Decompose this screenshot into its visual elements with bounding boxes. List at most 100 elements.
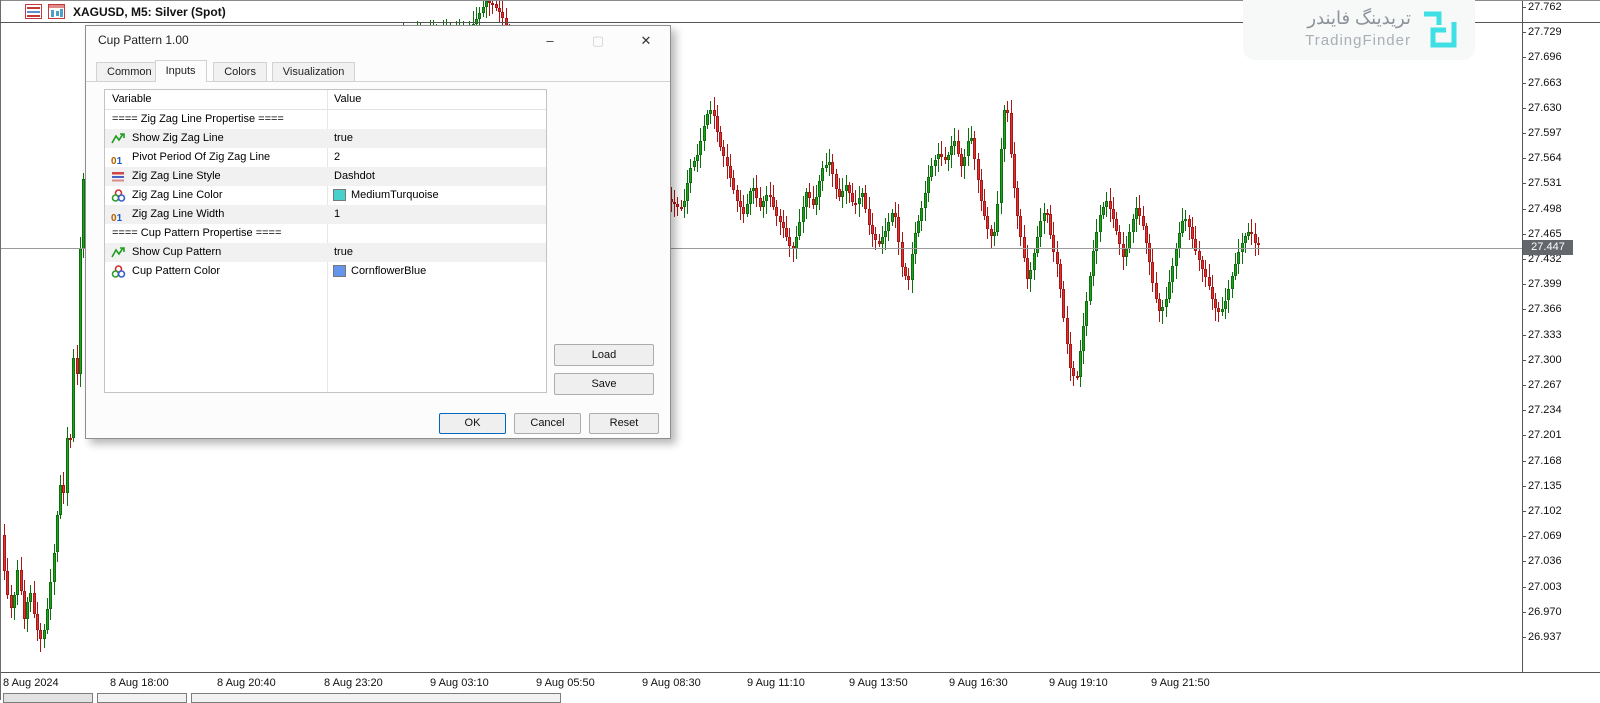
bear-candle xyxy=(1191,227,1194,238)
close-icon[interactable]: ✕ xyxy=(631,31,661,51)
bear-candle xyxy=(1198,251,1201,260)
bull-candle xyxy=(841,191,844,197)
bear-candle xyxy=(1069,344,1072,368)
bear-candle xyxy=(1201,260,1204,268)
bull-candle xyxy=(1000,149,1003,204)
bear-candle xyxy=(1138,208,1141,216)
bear-candle xyxy=(1056,252,1059,265)
candle-wick xyxy=(826,153,827,172)
price-tick xyxy=(1522,335,1526,336)
save-button[interactable]: Save xyxy=(554,373,654,395)
tab-common[interactable]: Common xyxy=(96,62,163,81)
price-tick xyxy=(1522,234,1526,235)
value-text[interactable]: CornflowerBlue xyxy=(351,265,426,277)
bull-candle xyxy=(1231,276,1234,289)
price-label: 27.663 xyxy=(1528,77,1562,89)
bull-candle xyxy=(1036,237,1039,254)
bear-candle xyxy=(1112,209,1115,219)
value-text[interactable]: true xyxy=(334,246,353,258)
input-row-zig-zag-line-width[interactable]: 01Zig Zag Line Width1 xyxy=(105,205,546,224)
maximize-icon: ▢ xyxy=(583,31,613,51)
tab-visualization[interactable]: Visualization xyxy=(272,62,356,81)
bear-candle xyxy=(1052,235,1055,252)
chart-tab-3[interactable] xyxy=(191,693,561,703)
price-label: 27.366 xyxy=(1528,303,1562,315)
input-row-pivot-period-of-zig-zag-line[interactable]: 01Pivot Period Of Zig Zag Line2 xyxy=(105,148,546,167)
bull-candle xyxy=(26,602,29,619)
market-watch-icon[interactable] xyxy=(25,4,42,19)
bear-candle xyxy=(973,138,976,159)
reset-button[interactable]: Reset xyxy=(589,413,659,434)
chart-symbol-title: XAGUSD, M5: Silver (Spot) xyxy=(73,5,226,19)
variable-label: Show Zig Zag Line xyxy=(132,132,224,144)
chart-window-icon[interactable] xyxy=(48,4,65,19)
bull-candle xyxy=(49,582,52,609)
bull-candle xyxy=(887,222,890,231)
bear-candle xyxy=(1208,277,1211,286)
value-text[interactable]: MediumTurquoise xyxy=(351,189,439,201)
price-tick xyxy=(1522,259,1526,260)
price-label: 27.102 xyxy=(1528,505,1562,517)
bull-candle xyxy=(798,222,801,236)
bull-candle xyxy=(914,233,917,254)
bull-candle xyxy=(686,183,689,201)
bull-candle xyxy=(1085,301,1088,326)
candle-wick xyxy=(70,434,71,448)
input-row-show-cup-pattern[interactable]: Show Cup Patterntrue xyxy=(105,243,546,262)
candle-wick xyxy=(862,188,863,207)
value-text[interactable]: true xyxy=(334,132,353,144)
bull-candle xyxy=(1244,236,1247,243)
input-row-zig-zag-line-color[interactable]: Zig Zag Line ColorMediumTurquoise xyxy=(105,186,546,205)
bull-candle xyxy=(1039,221,1042,237)
bull-candle xyxy=(858,198,861,204)
input-row-zig-zag-line-style[interactable]: Zig Zag Line StyleDashdot xyxy=(105,167,546,186)
price-label: 27.036 xyxy=(1528,555,1562,567)
price-label: 27.003 xyxy=(1528,581,1562,593)
price-tick xyxy=(1522,561,1526,562)
price-label: 27.168 xyxy=(1528,455,1562,467)
candle-wick xyxy=(793,242,794,262)
bull-candle xyxy=(1175,249,1178,266)
tab-colors[interactable]: Colors xyxy=(213,62,267,81)
cancel-button[interactable]: Cancel xyxy=(514,413,581,434)
chart-tab-1[interactable] xyxy=(3,693,93,703)
bull-candle xyxy=(689,168,692,184)
value-text[interactable]: Dashdot xyxy=(334,170,375,182)
input-row-show-zig-zag-line[interactable]: Show Zig Zag Line true xyxy=(105,129,546,148)
watermark-english-text: TradingFinder xyxy=(1305,32,1411,49)
bull-candle xyxy=(1165,299,1168,307)
bull-candle xyxy=(683,201,686,207)
color-swatch[interactable] xyxy=(333,265,346,277)
column-header-value: Value xyxy=(334,93,361,105)
bull-candle xyxy=(1033,253,1036,270)
bear-candle xyxy=(986,216,989,229)
price-axis-border xyxy=(1522,0,1523,672)
bear-candle xyxy=(1214,299,1217,308)
tab-inputs[interactable]: Inputs xyxy=(155,60,207,82)
color-swatch[interactable] xyxy=(333,189,346,201)
bear-candle xyxy=(719,132,722,147)
ok-button[interactable]: OK xyxy=(439,413,506,434)
candle-wick xyxy=(971,126,972,144)
candle-wick xyxy=(681,200,682,211)
input-row-section[interactable]: ==== Cup Pattern Propertise ==== xyxy=(105,224,546,243)
bull-candle xyxy=(1082,326,1085,351)
price-label: 27.597 xyxy=(1528,127,1562,139)
input-row-section[interactable]: ==== Zig Zag Line Propertise ==== xyxy=(105,110,546,129)
current-price-tag: 27.447 xyxy=(1523,240,1573,255)
value-text[interactable]: 1 xyxy=(334,208,340,220)
bear-candle xyxy=(901,242,904,267)
bull-candle xyxy=(1237,252,1240,264)
chart-tab-2[interactable] xyxy=(97,693,187,703)
price-tick xyxy=(1522,435,1526,436)
value-text[interactable]: 2 xyxy=(334,151,340,163)
price-label: 27.333 xyxy=(1528,329,1562,341)
int-input-icon: 01 xyxy=(111,208,126,221)
minimize-icon[interactable]: – xyxy=(535,31,565,51)
bull-candle xyxy=(815,197,818,205)
bear-candle xyxy=(1204,269,1207,277)
bear-candle xyxy=(904,267,907,276)
bear-candle xyxy=(1151,262,1154,283)
input-row-cup-pattern-color[interactable]: Cup Pattern ColorCornflowerBlue xyxy=(105,262,546,281)
load-button[interactable]: Load xyxy=(554,344,654,366)
